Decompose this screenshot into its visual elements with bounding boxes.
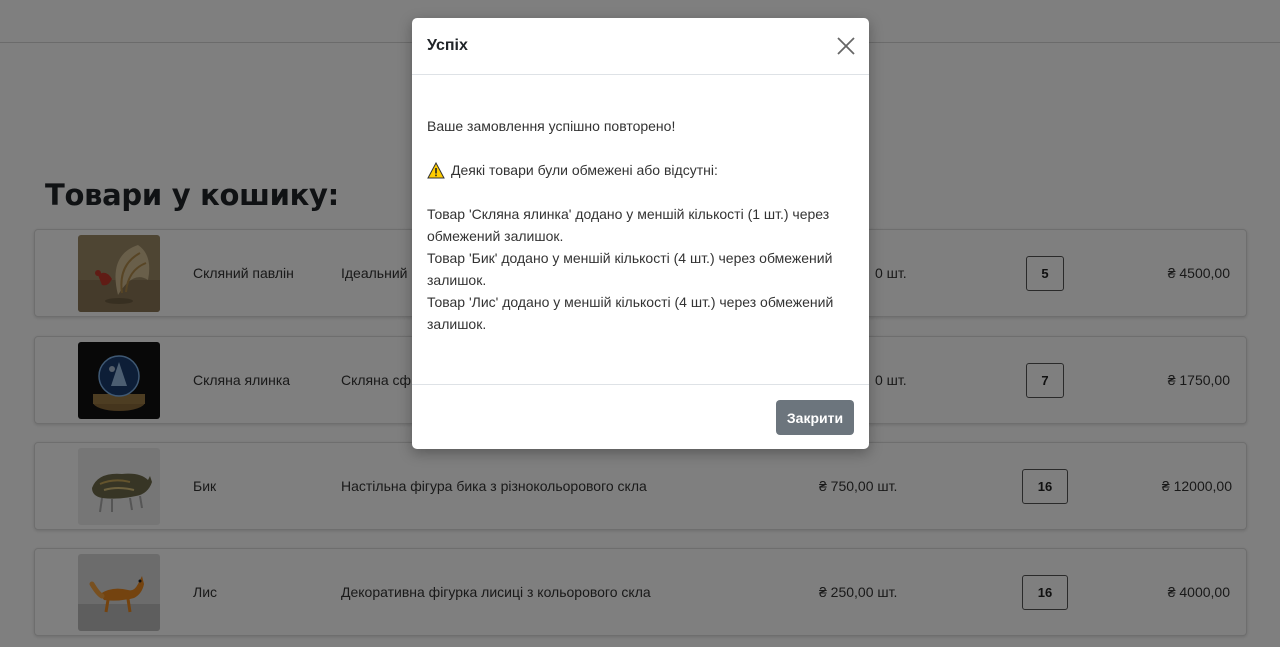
modal-body: Ваше замовлення успішно повторено! Деякі… xyxy=(427,115,857,335)
modal-title: Успіх xyxy=(427,37,468,54)
detail-line: Товар 'Лис' додано у меншій кількості (4… xyxy=(427,294,834,332)
close-icon[interactable] xyxy=(835,35,857,57)
detail-line: Товар 'Бик' додано у меншій кількості (4… xyxy=(427,250,833,288)
warning-line: Деякі товари були обмежені або відсутні: xyxy=(427,159,857,181)
warning-icon xyxy=(427,161,445,179)
success-modal: Успіх Ваше замовлення успішно повторено!… xyxy=(412,18,869,449)
modal-footer: Закрити xyxy=(412,384,869,449)
success-message: Ваше замовлення успішно повторено! xyxy=(427,118,676,134)
warning-text: Деякі товари були обмежені або відсутні: xyxy=(451,162,718,178)
detail-line: Товар 'Скляна ялинка' додано у меншій кі… xyxy=(427,206,830,244)
close-button[interactable]: Закрити xyxy=(776,400,854,435)
modal-header: Успіх xyxy=(412,18,869,75)
